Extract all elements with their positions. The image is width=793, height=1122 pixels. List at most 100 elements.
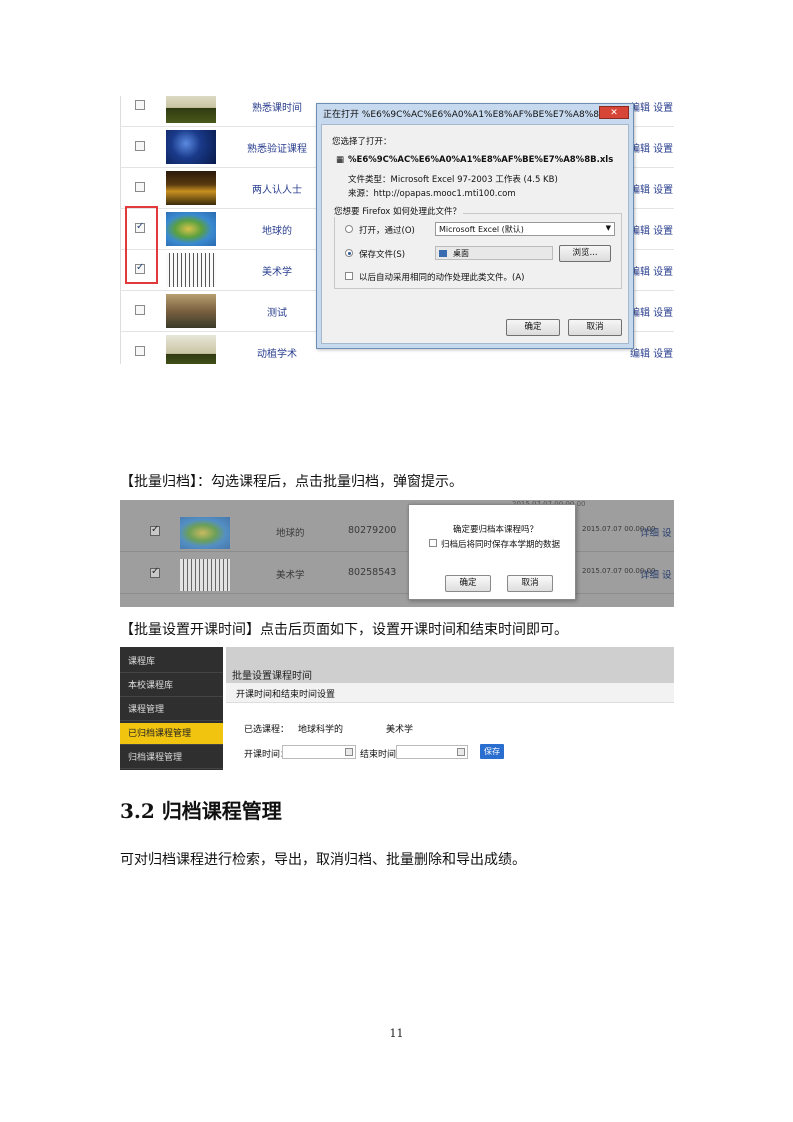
row-actions[interactable]: 编辑 设置 xyxy=(630,345,673,360)
confirm-ok-button[interactable]: 确定 xyxy=(445,575,491,592)
folder-icon xyxy=(439,250,447,257)
row-checkbox[interactable] xyxy=(135,141,145,151)
course-name[interactable]: 两人认人士 xyxy=(232,181,322,196)
course-table-screenshot: 熟悉课时间2015.07.07 00.00.00编辑 设置熟悉验证课程编辑 设置… xyxy=(120,96,674,364)
row-checkbox[interactable] xyxy=(135,182,145,192)
course-code: 80279200 xyxy=(348,525,397,536)
end-time-input[interactable] xyxy=(396,745,468,759)
open-with-value: Microsoft Excel (默认) xyxy=(439,225,524,234)
sidebar-item-label: 归档课程管理 xyxy=(128,753,183,763)
row-actions[interactable]: 详细 设 xyxy=(640,567,672,581)
sidebar-item[interactable]: 归档课程管理 xyxy=(120,747,223,769)
ok-button[interactable]: 确定 xyxy=(506,319,560,336)
course-thumbnail xyxy=(166,96,216,123)
row-actions[interactable]: 编辑 设置 xyxy=(630,222,673,237)
calendar-icon[interactable] xyxy=(345,748,353,756)
archive-confirm-dialog: 确定要归档本课程吗？ 归档后将同时保存本学期的数据 确定 取消 xyxy=(408,504,576,600)
table-row: 地球的802792002015.07.07 00.00.00详细 设 xyxy=(120,512,674,552)
dialog-titlebar: 正在打开 %E6%9C%AC%E6%A0%A1%E8%AF%BE%E7%A8%8… xyxy=(317,104,633,122)
course-thumbnail xyxy=(166,294,216,328)
sidebar-item[interactable]: 课程管理 xyxy=(120,699,223,721)
row-actions[interactable]: 编辑 设置 xyxy=(630,181,673,196)
course-name[interactable]: 熟悉课时间 xyxy=(232,99,322,114)
confirm-cancel-button[interactable]: 取消 xyxy=(507,575,553,592)
filetype-text: 文件类型：Microsoft Excel 97-2003 工作表 (4.5 KB… xyxy=(348,175,558,185)
remember-label: 以后自动采用相同的动作处理此类文件。(A) xyxy=(359,273,525,283)
checked-rows-highlight xyxy=(125,206,158,284)
browse-button[interactable]: 浏览... xyxy=(559,245,611,262)
batch-time-paragraph: 【批量设置开课时间】点击后页面如下，设置开课时间和结束时间即可。 xyxy=(120,622,568,638)
course-name[interactable]: 测试 xyxy=(232,304,322,319)
row-checkbox[interactable] xyxy=(150,566,160,578)
dialog-close-button[interactable]: ✕ xyxy=(599,106,629,119)
cancel-button[interactable]: 取消 xyxy=(568,319,622,336)
course-name[interactable]: 熟悉验证课程 xyxy=(232,140,322,155)
row-actions[interactable]: 编辑 设置 xyxy=(630,99,673,114)
sidebar-item[interactable]: 已归档课程管理 xyxy=(120,723,223,745)
file-open-dialog: 正在打开 %E6%9C%AC%E6%A0%A1%E8%AF%BE%E7%A8%8… xyxy=(316,103,634,349)
save-path-field: 桌面 xyxy=(435,246,553,260)
row-actions[interactable]: 编辑 设置 xyxy=(630,140,673,155)
row-checkbox[interactable] xyxy=(135,346,145,356)
batch-archive-paragraph: 【批量归档】：勾选课程后，点击批量归档，弹窗提示。 xyxy=(120,474,463,490)
open-with-radio[interactable] xyxy=(345,225,353,233)
page-title: 批量设置课程时间 xyxy=(232,671,312,682)
row-actions[interactable]: 详细 设 xyxy=(640,525,672,539)
course-name[interactable]: 美术学 xyxy=(232,263,322,278)
course-code: 80258543 xyxy=(348,567,397,578)
handling-options-group: 打开，通过(O) Microsoft Excel (默认) ▼ 保存文件(S) … xyxy=(334,213,622,289)
course-name[interactable]: 美术学 xyxy=(276,567,305,581)
save-file-label: 保存文件(S) xyxy=(359,250,406,260)
remember-checkbox[interactable] xyxy=(345,272,353,280)
course-thumbnail xyxy=(166,253,216,287)
course-thumbnail xyxy=(166,171,216,205)
keep-data-label: 归档后将同时保存本学期的数据 xyxy=(441,540,561,550)
filename-text: %E6%9C%AC%E6%A0%A1%E8%AF%BE%E7%A8%8B.xls xyxy=(348,155,614,165)
row-actions[interactable]: 编辑 设置 xyxy=(630,263,673,278)
open-with-label: 打开，通过(O) xyxy=(359,226,415,236)
course-thumbnail xyxy=(180,517,230,549)
start-time-input[interactable] xyxy=(282,745,356,759)
opening-label: 您选择了打开： xyxy=(332,137,392,147)
row-checkbox[interactable] xyxy=(135,100,145,110)
keep-data-checkbox[interactable] xyxy=(429,539,437,547)
sidebar-item[interactable]: 课程库 xyxy=(120,651,223,673)
course-name[interactable]: 动植学术 xyxy=(232,345,322,360)
row-actions[interactable]: 编辑 设置 xyxy=(630,304,673,319)
sidebar-item-label: 课程库 xyxy=(128,657,156,667)
open-with-select[interactable]: Microsoft Excel (默认) ▼ xyxy=(435,222,615,236)
selected-course-2: 美术学 xyxy=(386,725,414,735)
course-name[interactable]: 地球的 xyxy=(276,525,305,539)
course-name[interactable]: 地球的 xyxy=(232,222,322,237)
sidebar-item-label: 已归档课程管理 xyxy=(128,729,192,739)
course-thumbnail xyxy=(166,130,216,164)
course-thumbnail xyxy=(166,212,216,246)
source-text: 来源：http://opapas.mooc1.mti100.com xyxy=(348,189,516,199)
excel-file-icon: ▦ xyxy=(336,155,345,165)
sidebar-item-label: 课程管理 xyxy=(128,705,165,715)
dialog-title: 正在打开 %E6%9C%AC%E6%A0%A1%E8%AF%BE%E7%A8%8… xyxy=(323,110,621,120)
tab-time-settings[interactable]: 开课时间和结束时间设置 xyxy=(236,687,335,700)
chevron-down-icon: ▼ xyxy=(605,224,611,232)
table-row: 美术学802585432015.07.07 00.00.00详细 设 xyxy=(120,554,674,594)
row-checkbox[interactable] xyxy=(150,524,160,536)
archive-management-paragraph: 可对归档课程进行检索，导出，取消归档、批量删除和导出成绩。 xyxy=(120,852,526,868)
calendar-icon[interactable] xyxy=(457,748,465,756)
tab-bar: 开课时间和结束时间设置 xyxy=(226,683,674,703)
page-number: 11 xyxy=(389,1027,404,1040)
row-checkbox[interactable] xyxy=(135,305,145,315)
sidebar-item-label: 本校课程库 xyxy=(128,681,174,691)
section-heading: 3.2 归档课程管理 xyxy=(120,799,282,823)
course-thumbnail xyxy=(180,559,230,591)
save-button[interactable]: 保存 xyxy=(480,744,504,759)
course-thumbnail xyxy=(166,335,216,364)
dialog-body: 您选择了打开： ▦ %E6%9C%AC%E6%A0%A1%E8%AF%BE%E7… xyxy=(321,124,629,344)
save-file-radio[interactable] xyxy=(345,249,353,257)
batch-archive-screenshot: 2015.07.07 00.00.00 地球的802792002015.07.0… xyxy=(120,500,674,607)
batch-time-screenshot: 课程库本校课程库课程管理已归档课程管理 归档课程管理 批量设置课程时间 开课时间和… xyxy=(120,647,674,770)
sidebar-item[interactable]: 本校课程库 xyxy=(120,675,223,697)
sidebar: 课程库本校课程库课程管理已归档课程管理 归档课程管理 xyxy=(120,647,223,770)
confirm-question: 确定要归档本课程吗？ xyxy=(453,525,539,535)
selected-courses-label: 已选课程： xyxy=(244,725,290,735)
selected-course-1: 地球科学的 xyxy=(298,725,344,735)
